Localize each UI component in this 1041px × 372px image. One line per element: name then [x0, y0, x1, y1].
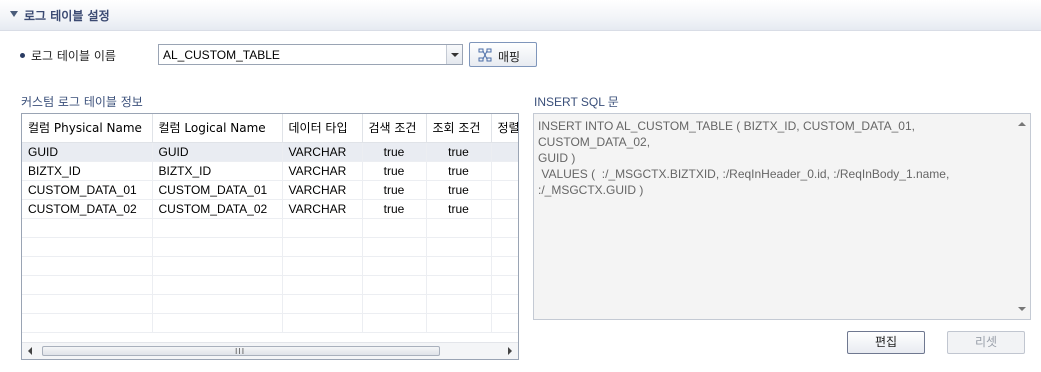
table-cell: GUID [152, 142, 283, 162]
table-row[interactable]: CUSTOM_DATA_01 CUSTOM_DATA_01 VARCHAR tr… [22, 180, 518, 200]
log-table-select[interactable]: AL_CUSTOM_TABLE [158, 44, 463, 65]
table-cell: true [362, 199, 427, 219]
horizontal-scrollbar[interactable]: III [22, 342, 518, 359]
column-header[interactable]: 컬럼 Physical Name [22, 114, 153, 143]
table-cell: CUSTOM_DATA_02 [152, 199, 283, 219]
scroll-down-icon[interactable] [1018, 307, 1026, 311]
empty-row [22, 313, 518, 333]
scroll-right-icon[interactable] [508, 347, 512, 355]
reset-button[interactable]: 리셋 [947, 331, 1025, 354]
mapping-button[interactable]: 매핑 [469, 42, 537, 67]
table-cell: VARCHAR [282, 199, 363, 219]
dropdown-button[interactable] [446, 45, 462, 64]
table-cell: CUSTOM_DATA_02 [22, 199, 153, 219]
empty-row [22, 294, 518, 314]
empty-row [22, 218, 518, 238]
table-cell: BIZTX_ID [152, 161, 283, 181]
mapping-icon [478, 48, 492, 62]
table-cell [491, 142, 518, 162]
log-table-select-value: AL_CUSTOM_TABLE [163, 48, 280, 62]
table-header-row: 컬럼 Physical Name 컬럼 Logical Name 데이터 타입 … [22, 114, 518, 143]
empty-row [22, 275, 518, 295]
table-cell [491, 199, 518, 219]
empty-row [22, 256, 518, 276]
vertical-scrollbar[interactable] [1014, 114, 1030, 319]
scroll-left-icon[interactable] [28, 347, 32, 355]
section-header[interactable]: 로그 테이블 설정 [0, 0, 1041, 31]
table-cell: GUID [22, 142, 153, 162]
mapping-button-label: 매핑 [498, 50, 521, 64]
table-cell: true [426, 142, 492, 162]
sql-text: INSERT INTO AL_CUSTOM_TABLE ( BIZTX_ID, … [538, 119, 950, 197]
scrollbar-thumb[interactable]: III [42, 346, 440, 356]
table-row[interactable]: CUSTOM_DATA_02 CUSTOM_DATA_02 VARCHAR tr… [22, 199, 518, 219]
table-row[interactable]: GUID GUID VARCHAR true true [22, 142, 518, 162]
table-cell: true [426, 180, 492, 200]
empty-row [22, 237, 518, 257]
table-info-label: 커스텀 로그 테이블 정보 [21, 95, 143, 109]
scroll-up-icon[interactable] [1018, 122, 1026, 126]
table-cell: VARCHAR [282, 142, 363, 162]
column-header[interactable]: 조회 조건 [426, 114, 492, 143]
edit-button[interactable]: 편집 [847, 331, 925, 354]
table-cell [491, 161, 518, 181]
scrollbar-grip: III [235, 347, 246, 356]
sql-label: INSERT SQL 문 [534, 95, 619, 109]
table-cell: VARCHAR [282, 180, 363, 200]
table-cell: true [362, 180, 427, 200]
section-title: 로그 테이블 설정 [24, 9, 110, 23]
chevron-down-icon [451, 53, 459, 57]
table-cell: true [362, 142, 427, 162]
table-cell: true [362, 161, 427, 181]
column-header[interactable]: 정렬 [491, 114, 518, 143]
table-row[interactable]: BIZTX_ID BIZTX_ID VARCHAR true true [22, 161, 518, 181]
sql-textarea[interactable]: INSERT INTO AL_CUSTOM_TABLE ( BIZTX_ID, … [533, 113, 1031, 320]
log-table-name-label: 로그 테이블 이름 [31, 49, 116, 63]
column-header[interactable]: 검색 조건 [362, 114, 427, 143]
bullet-icon [20, 53, 25, 58]
custom-log-table[interactable]: 컬럼 Physical Name 컬럼 Logical Name 데이터 타입 … [21, 113, 519, 360]
table-cell: CUSTOM_DATA_01 [152, 180, 283, 200]
table-cell: true [426, 199, 492, 219]
table-cell: true [426, 161, 492, 181]
table-cell: CUSTOM_DATA_01 [22, 180, 153, 200]
table-cell [491, 180, 518, 200]
table-cell: BIZTX_ID [22, 161, 153, 181]
table-cell: VARCHAR [282, 161, 363, 181]
column-header[interactable]: 데이터 타입 [282, 114, 363, 143]
collapse-arrow-icon[interactable] [10, 11, 18, 17]
column-header[interactable]: 컬럼 Logical Name [152, 114, 283, 143]
